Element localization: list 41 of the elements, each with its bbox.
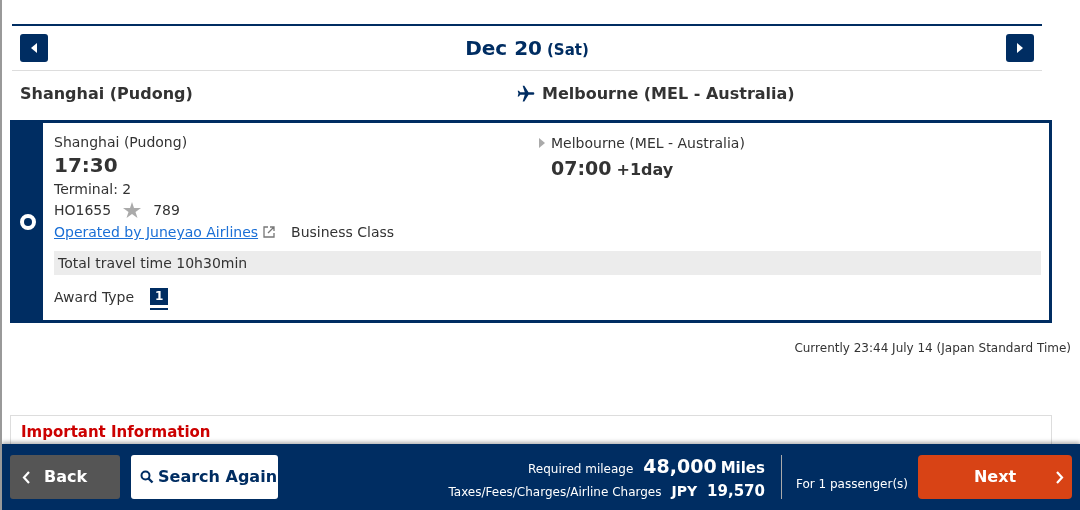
travel-time-bar: Total travel time 10h30min: [54, 251, 1041, 275]
flight-number: HO1655: [54, 201, 112, 220]
arrival-airport: Melbourne (MEL - Australia): [551, 134, 745, 153]
day-offset: +1day: [616, 159, 674, 181]
external-link-icon: [263, 226, 276, 238]
mileage-value: 48,000: [643, 453, 717, 479]
current-time-text: Currently 23:44 July 14 (Japan Standard Time): [794, 340, 1071, 357]
next-button[interactable]: Next: [918, 455, 1072, 499]
triangle-icon: [539, 138, 545, 148]
taxes-label: Taxes/Fees/Charges/Airline Charges: [448, 484, 662, 501]
previous-day-button[interactable]: [20, 34, 48, 62]
important-info-title: Important Information: [21, 423, 211, 441]
taxes-value: 19,570: [707, 481, 765, 502]
departure-airport: Shanghai (Pudong): [54, 133, 189, 151]
date-title: Dec 20: [465, 35, 542, 62]
flight-card[interactable]: Shanghai (Pudong) 17:30 Terminal: 2 HO1655 789 Operated by Juneyao Airlines Business Class Melbourne (MEL - Australia) 07:00 +1day Total travel time 10h30min Award Type 1: [10, 120, 1052, 323]
search-again-button[interactable]: Search Again: [131, 455, 278, 499]
arrival-time: 07:00: [551, 156, 612, 181]
destination-text: Melbourne (MEL - Australia): [542, 83, 795, 105]
search-icon: [140, 470, 154, 484]
passenger-count: For 1 passenger(s): [795, 476, 908, 493]
next-day-button[interactable]: [1006, 34, 1034, 62]
caret-left-icon: [31, 43, 37, 53]
weekday-text: (Sat): [547, 40, 589, 61]
mileage-label: Required mileage: [528, 460, 634, 478]
award-type-label: Award Type: [54, 288, 135, 307]
departure-time: 17:30: [54, 152, 119, 179]
radio-button[interactable]: [20, 213, 36, 230]
airplane-icon: [516, 84, 536, 104]
chevron-left-icon: [22, 470, 30, 484]
terminal-text: Terminal: 2: [54, 180, 133, 199]
origin-text: Shanghai (Pudong): [20, 83, 194, 105]
chevron-right-icon: [1056, 471, 1064, 484]
caret-right-icon: [1017, 43, 1023, 53]
cabin-class: Business Class: [291, 223, 395, 242]
aircraft-type: 789: [153, 201, 180, 220]
mileage-unit: Miles: [720, 457, 765, 479]
award-type-badge: 1: [150, 287, 169, 308]
currency-text: JPY: [671, 482, 698, 501]
back-button[interactable]: Back: [10, 455, 120, 499]
operator-link[interactable]: Operated by Juneyao Airlines: [54, 221, 259, 243]
